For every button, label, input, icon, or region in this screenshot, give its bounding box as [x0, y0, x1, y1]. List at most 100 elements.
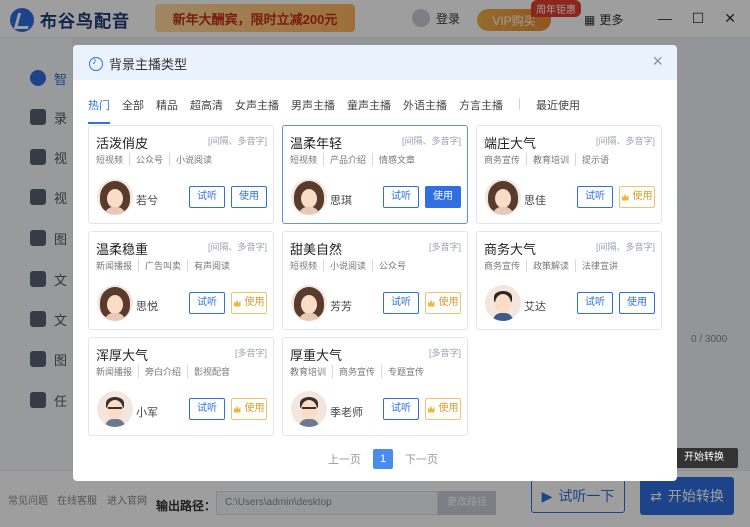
feature-tag: [多音字]	[234, 348, 267, 358]
use-button[interactable]: 使用	[619, 292, 655, 314]
listen-button[interactable]: 试听	[383, 186, 419, 208]
voice-style-title: 浑厚大气	[96, 348, 149, 363]
listen-button[interactable]: 试听	[577, 186, 613, 208]
use-label: 使用	[627, 297, 647, 308]
voice-card[interactable]: 温柔稳重 [间隔、多音字] 新闻播报 广告叫卖 有声阅读 思悦 试听 使用	[88, 231, 274, 330]
voice-card[interactable]: 温柔年轻 [间隔、多音字] 短视频 产品介绍 情感文章 思琪 试听 使用	[282, 125, 468, 224]
card-category: 旁白介绍	[138, 365, 181, 378]
tab-5[interactable]: 男声主播	[291, 97, 335, 117]
use-button[interactable]: 使用	[425, 186, 461, 208]
speaker-name: 季老师	[330, 407, 363, 419]
use-label: 使用	[239, 191, 259, 202]
voice-style-title: 端庄大气	[484, 136, 537, 151]
avatar	[291, 179, 327, 215]
card-category: 短视频	[290, 155, 318, 165]
voice-style-title: 温柔年轻	[290, 136, 343, 151]
card-category: 教育培训	[290, 367, 327, 377]
use-label: 使用	[433, 191, 453, 202]
tab-1[interactable]: 全部	[122, 97, 144, 117]
tab-0[interactable]: 热门	[88, 97, 110, 124]
feature-tag: [多音字]	[428, 348, 461, 358]
category-list: 新闻播报 旁白介绍 影视配音	[96, 365, 230, 378]
tab-4[interactable]: 女声主播	[235, 97, 279, 117]
use-button[interactable]: 使用	[425, 398, 461, 420]
start-tooltip: 开始转换	[670, 448, 738, 468]
card-category: 政策解读	[526, 259, 569, 272]
voice-card[interactable]: 活泼俏皮 [间隔、多音字] 短视频 公众号 小说阅读 若兮 试听 使用	[88, 125, 274, 224]
use-button[interactable]: 使用	[619, 186, 655, 208]
tab-9[interactable]: 最近使用	[536, 97, 580, 117]
voice-style-title: 甜美自然	[290, 242, 343, 257]
use-label: 使用	[244, 403, 265, 414]
avatar	[291, 285, 327, 321]
vip-crown-icon	[233, 405, 241, 413]
anchor-type-dialog: 背景主播类型 × 热门全部精品超高清女声主播男声主播童声主播外语主播方言主播 最近…	[73, 45, 677, 481]
tab-6[interactable]: 童声主播	[347, 97, 391, 117]
tab-3[interactable]: 超高清	[190, 97, 223, 117]
category-tabs: 热门 全部 精品 超高清 女声主播 男声主播 童声主播 外语主播 方言主播 最近使用	[88, 97, 592, 124]
page-number-current[interactable]: 1	[373, 449, 393, 469]
speaker-name: 若兮	[136, 195, 158, 207]
category-list: 商务宣传 教育培训 提示语	[484, 153, 609, 166]
use-button[interactable]: 使用	[425, 292, 461, 314]
card-category: 商务宣传	[484, 261, 521, 271]
avatar	[97, 285, 133, 321]
card-category: 情感文章	[372, 153, 415, 166]
feature-tag: [间隔、多音字]	[207, 242, 267, 252]
vip-crown-icon	[233, 299, 241, 307]
card-category: 短视频	[290, 261, 318, 271]
listen-button[interactable]: 试听	[383, 398, 419, 420]
avatar	[485, 285, 521, 321]
category-list: 短视频 产品介绍 情感文章	[290, 153, 415, 166]
dialog-header: 背景主播类型 ×	[73, 45, 677, 80]
listen-button[interactable]: 试听	[577, 292, 613, 314]
tab-8[interactable]: 方言主播	[459, 97, 503, 117]
use-button[interactable]: 使用	[231, 292, 267, 314]
use-button[interactable]: 使用	[231, 398, 267, 420]
dialog-title: 背景主播类型	[109, 57, 188, 72]
tab-divider	[519, 98, 520, 110]
speaker-name: 思悦	[136, 301, 158, 313]
voice-card[interactable]: 商务大气 [间隔、多音字] 商务宣传 政策解读 法律宣讲 艾达 试听 使用	[476, 231, 662, 330]
listen-button[interactable]: 试听	[189, 292, 225, 314]
pagination: 上一页 1 下一页	[328, 449, 438, 469]
card-category: 影视配音	[187, 365, 230, 378]
card-category: 商务宣传	[332, 365, 375, 378]
use-button[interactable]: 使用	[231, 186, 267, 208]
speaker-name: 小军	[136, 407, 158, 419]
listen-button[interactable]: 试听	[189, 186, 225, 208]
vip-crown-icon	[621, 193, 629, 201]
voice-style-title: 温柔稳重	[96, 242, 149, 257]
voice-card[interactable]: 甜美自然 [多音字] 短视频 小说阅读 公众号 芳芳 试听 使用	[282, 231, 468, 330]
avatar	[97, 179, 133, 215]
voice-card[interactable]: 浑厚大气 [多音字] 新闻播报 旁白介绍 影视配音小军 试听 使用	[88, 337, 274, 436]
card-category: 公众号	[129, 153, 163, 166]
vip-crown-icon	[427, 405, 435, 413]
card-category: 教育培训	[526, 153, 569, 166]
voice-style-title: 商务大气	[484, 242, 537, 257]
speaker-name: 思琪	[330, 195, 352, 207]
tab-7[interactable]: 外语主播	[403, 97, 447, 117]
next-page-button[interactable]: 下一页	[405, 451, 438, 467]
avatar	[97, 391, 133, 427]
use-label: 使用	[244, 297, 265, 308]
prev-page-button[interactable]: 上一页	[328, 451, 361, 467]
avatar	[291, 391, 327, 427]
avatar	[485, 179, 521, 215]
voice-card[interactable]: 端庄大气 [间隔、多音字] 商务宣传 教育培训 提示语思佳 试听 使用	[476, 125, 662, 224]
card-category: 新闻播报	[96, 367, 133, 377]
category-list: 短视频 公众号 小说阅读	[96, 153, 212, 166]
vip-crown-icon	[427, 299, 435, 307]
feature-tag: [间隔、多音字]	[595, 136, 655, 146]
card-category: 小说阅读	[323, 259, 366, 272]
speaker-name: 思佳	[524, 195, 546, 207]
category-list: 商务宣传 政策解读 法律宣讲	[484, 259, 618, 272]
card-category: 专题宣传	[381, 365, 424, 378]
listen-button[interactable]: 试听	[189, 398, 225, 420]
listen-button[interactable]: 试听	[383, 292, 419, 314]
close-icon[interactable]: ×	[652, 51, 663, 72]
voice-card[interactable]: 厚重大气 [多音字] 教育培训 商务宣传 专题宣传 季老师 试听 使用	[282, 337, 468, 436]
card-category: 商务宣传	[484, 155, 521, 165]
category-list: 教育培训 商务宣传 专题宣传	[290, 365, 424, 378]
tab-2[interactable]: 精品	[156, 97, 178, 117]
